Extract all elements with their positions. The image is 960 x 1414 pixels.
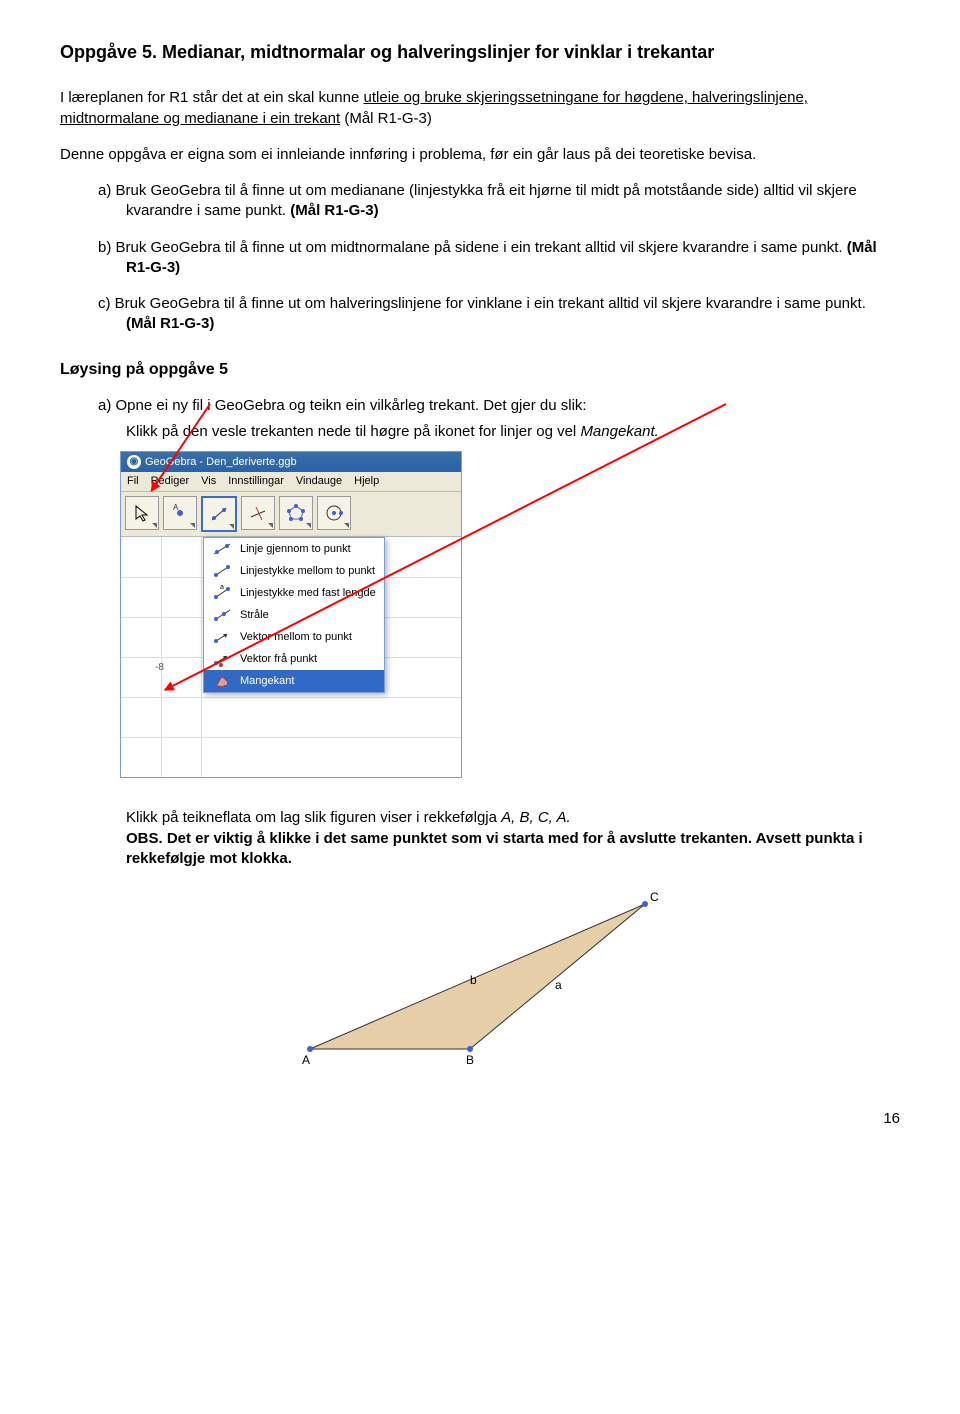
dropdown-triangle-icon <box>268 523 273 528</box>
polygon-icon <box>212 673 232 689</box>
dd-label: Linjestykke mellom to punkt <box>240 564 375 579</box>
vertex-c-label: C <box>650 890 659 904</box>
item-c-bold: (Mål R1-G-3) <box>126 315 214 332</box>
axis-tick-label: -8 <box>155 661 164 675</box>
dropdown-triangle-icon <box>229 524 234 529</box>
item-b-text: b) Bruk GeoGebra til å finne ut om midtn… <box>98 239 847 256</box>
solution-a-line2: Klikk på den vesle trekanten nede til hø… <box>126 422 900 442</box>
below-text: Klikk på teikneflata om lag slik figuren… <box>126 808 900 869</box>
menu-innstillingar[interactable]: Innstillingar <box>228 474 284 489</box>
geogebra-window: ◉ GeoGebra - Den_deriverte.ggb Fil Redig… <box>120 451 462 779</box>
svg-text:a: a <box>220 585 224 591</box>
item-a-text: a) Bruk GeoGebra til å finne ut om media… <box>98 182 857 219</box>
title-rest: Medianar, midtnormalar og halveringslinj… <box>162 42 714 62</box>
dd-segment[interactable]: Linjestykke mellom to punkt <box>204 560 384 582</box>
intro-text-2: (Mål R1-G-3) <box>340 110 432 127</box>
dropdown-triangle-icon <box>190 523 195 528</box>
dd-line-two-points[interactable]: Linje gjennom to punkt <box>204 538 384 560</box>
dd-label: Mangekant <box>240 674 294 689</box>
item-a-bold: (Mål R1-G-3) <box>290 202 378 219</box>
dd-polygon[interactable]: Mangekant <box>204 670 384 692</box>
dd-label: Linje gjennom to punkt <box>240 542 351 557</box>
geogebra-canvas[interactable]: -8 Linje gjennom to punkt Linjestykke me… <box>121 537 461 777</box>
item-a: a) Bruk GeoGebra til å finne ut om media… <box>98 181 900 222</box>
tool-circle[interactable] <box>317 496 351 530</box>
geogebra-toolbar: A <box>121 492 461 537</box>
tool-point[interactable]: A <box>163 496 197 530</box>
svg-text:A: A <box>173 503 179 512</box>
segment-fixed-icon: a <box>212 585 232 601</box>
dropdown-triangle-icon <box>152 523 157 528</box>
solution-heading: Løysing på oppgåve 5 <box>60 359 900 381</box>
vertex-b-label: B <box>466 1053 474 1067</box>
para-2: Denne oppgåva er eigna som ei innleiande… <box>60 145 900 165</box>
geogebra-screenshot: ◉ GeoGebra - Den_deriverte.ggb Fil Redig… <box>120 451 460 779</box>
dropdown-triangle-icon <box>344 523 349 528</box>
menu-vindauge[interactable]: Vindauge <box>296 474 342 489</box>
item-c: c) Bruk GeoGebra til å finne ut om halve… <box>98 294 900 335</box>
dd-vector-from-point[interactable]: Vektor frå punkt <box>204 648 384 670</box>
tool-pointer[interactable] <box>125 496 159 530</box>
menu-fil[interactable]: Fil <box>127 474 139 489</box>
vector-icon <box>212 629 232 645</box>
ray-icon <box>212 607 232 623</box>
tool-line[interactable] <box>201 496 237 532</box>
dd-label: Vektor frå punkt <box>240 652 317 667</box>
dd-segment-fixed[interactable]: a Linjestykke med fast lengde <box>204 582 384 604</box>
item-c-text: c) Bruk GeoGebra til å finne ut om halve… <box>98 295 866 312</box>
below-text-italic: A, B, C, A. <box>501 809 570 826</box>
menu-vis[interactable]: Vis <box>201 474 216 489</box>
geogebra-menubar[interactable]: Fil Rediger Vis Innstillingar Vindauge H… <box>121 472 461 492</box>
below-text-bold: OBS. Det er viktig å klikke i det same p… <box>126 830 863 867</box>
geogebra-app-icon: ◉ <box>127 455 141 469</box>
sol-a2-italic: Mangekant. <box>580 423 658 440</box>
line-icon <box>212 541 232 557</box>
solution-a-line1: a) Opne ei ny fil i GeoGebra og teikn ei… <box>98 396 900 416</box>
tool-perpendicular[interactable] <box>241 496 275 530</box>
tool-dropdown: Linje gjennom to punkt Linjestykke mello… <box>203 537 385 693</box>
page-number: 16 <box>60 1109 900 1129</box>
page-title: Oppgåve 5. Medianar, midtnormalar og hal… <box>60 40 900 64</box>
menu-hjelp[interactable]: Hjelp <box>354 474 379 489</box>
title-prefix: Oppgåve 5. <box>60 42 157 62</box>
dd-label: Stråle <box>240 608 269 623</box>
side-b-label: b <box>470 973 477 987</box>
dd-vector[interactable]: Vektor mellom to punkt <box>204 626 384 648</box>
tool-polygon[interactable] <box>279 496 313 530</box>
vertex-a-label: A <box>302 1053 310 1067</box>
item-b: b) Bruk GeoGebra til å finne ut om midtn… <box>98 238 900 279</box>
triangle-figure: A B C a b <box>280 889 680 1069</box>
segment-icon <box>212 563 232 579</box>
below-text-1: Klikk på teikneflata om lag slik figuren… <box>126 809 501 826</box>
dropdown-triangle-icon <box>306 523 311 528</box>
side-a-label: a <box>555 978 562 992</box>
intro-text-1: I læreplanen for R1 står det at ein skal… <box>60 89 364 106</box>
intro-paragraph: I læreplanen for R1 står det at ein skal… <box>60 88 900 129</box>
